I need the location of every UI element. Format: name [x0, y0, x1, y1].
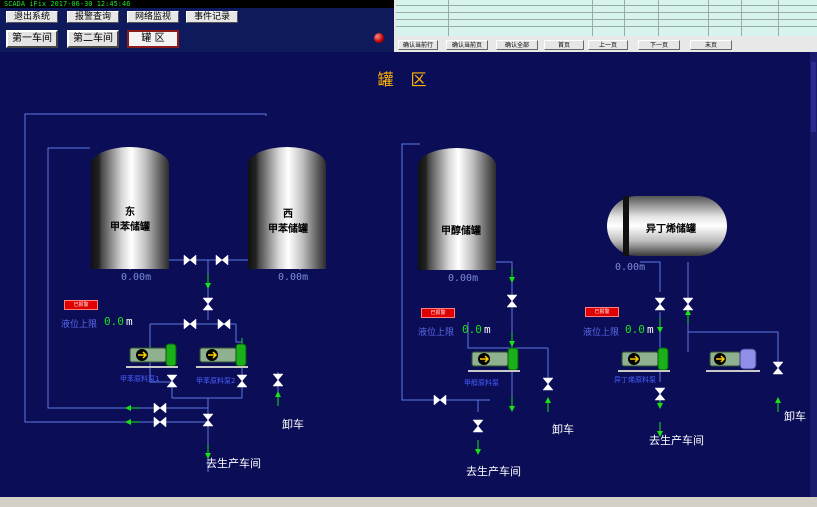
pump-label: 甲苯原料泵2 — [196, 377, 236, 385]
level-limit-unit: m — [126, 315, 133, 328]
to-workshop-label: 去生产车间 — [206, 457, 261, 470]
level-limit-label: 液位上限 — [418, 328, 455, 338]
level-limit-value: 0.0 — [462, 323, 482, 336]
valve-icon — [202, 413, 214, 427]
pump-icon — [706, 348, 760, 372]
to-workshop-label: 去生产车间 — [649, 434, 704, 447]
next-page-button[interactable]: 下一页 — [638, 40, 680, 50]
pump-label: 甲醇原料泵 — [464, 379, 499, 387]
unload-label: 卸车 — [282, 418, 304, 431]
valve-icon — [472, 419, 484, 433]
west-tank-level: 0.00m — [278, 272, 309, 283]
valve-icon — [506, 294, 518, 308]
unload-label: 卸车 — [552, 423, 574, 436]
valve-icon — [202, 297, 214, 311]
alarm-query-button[interactable]: 报警查询 — [67, 11, 119, 23]
ack-all-button[interactable]: 确认全部 — [496, 40, 538, 50]
valve-icon — [153, 416, 167, 428]
level-limit-value: 0.0 — [104, 315, 124, 328]
last-page-button[interactable]: 末页 — [690, 40, 732, 50]
first-page-button[interactable]: 首页 — [544, 40, 584, 50]
level-limit-label: 液位上限 — [583, 328, 620, 338]
west-tank-label-line1: 西 — [283, 209, 293, 220]
valve-icon — [654, 387, 666, 401]
alarm-badge[interactable]: 已报警 — [421, 308, 455, 318]
taskbar — [0, 497, 817, 507]
valve-icon — [166, 374, 178, 388]
methanol-tank-level: 0.00m — [448, 273, 479, 284]
west-tank-label-line2: 甲苯储罐 — [268, 224, 308, 235]
pumps — [126, 343, 760, 372]
network-monitor-button[interactable]: 网络监视 — [127, 11, 179, 23]
pump-icon — [126, 343, 178, 368]
level-limit-label: 液位上限 — [61, 320, 98, 330]
east-tank-level: 0.00m — [121, 272, 152, 283]
isobutylene-tank-level: 0.00m — [615, 262, 646, 273]
ack-current-row-button[interactable]: 确认当前行 — [398, 40, 438, 50]
workshop-1-button[interactable]: 第一车间 — [6, 30, 58, 48]
alarm-table[interactable] — [396, 0, 817, 36]
pump-icon — [468, 347, 520, 372]
methanol-tank[interactable] — [418, 148, 496, 270]
event-log-button[interactable]: 事件记录 — [186, 11, 238, 23]
pump-label: 异丁烯原料泵 — [614, 376, 656, 384]
valve-icon — [654, 297, 666, 311]
tank-area-button[interactable]: 罐 区 — [127, 30, 179, 48]
east-tank-label: 东 甲苯储罐 — [100, 205, 160, 235]
pump-label: 甲苯原料泵1 — [120, 375, 160, 383]
alarm-badge[interactable]: 已报警 — [64, 300, 98, 310]
isobutylene-tank-label: 异丁烯储罐 — [646, 224, 696, 235]
to-workshop-label: 去生产车间 — [466, 465, 521, 478]
methanol-tank-label: 甲醇储罐 — [441, 226, 481, 237]
east-tank-label-line2: 甲苯储罐 — [110, 222, 150, 233]
workshop-2-button[interactable]: 第二车间 — [67, 30, 119, 48]
valve-icon — [682, 297, 694, 311]
valve-icon — [183, 318, 197, 330]
valve-icon — [153, 402, 167, 414]
level-limit-value: 0.0 — [625, 323, 645, 336]
valve-icon — [272, 373, 284, 387]
status-line: SCADA iFix 2017-06-30 12:45:46 — [0, 0, 396, 8]
level-limit-unit: m — [647, 323, 654, 336]
valve-icon — [772, 361, 784, 375]
unload-label: 卸车 — [784, 410, 806, 423]
pump-icon — [196, 343, 248, 368]
east-tank-label-line1: 东 — [125, 207, 135, 218]
valve-icon — [542, 377, 554, 391]
level-limit-unit: m — [484, 323, 491, 336]
ack-current-page-button[interactable]: 确认当前页 — [446, 40, 488, 50]
exit-system-button[interactable]: 退出系统 — [6, 11, 58, 23]
alarm-indicator-light-icon — [374, 33, 384, 43]
pump-icon — [618, 347, 670, 372]
valve-icon — [215, 254, 229, 266]
tank-band — [623, 196, 629, 256]
west-tank-label: 西 甲苯储罐 — [257, 207, 319, 237]
valve-icon — [433, 394, 447, 406]
prev-page-button[interactable]: 上一页 — [588, 40, 628, 50]
alarm-badge[interactable]: 已报警 — [585, 307, 619, 317]
scrollbar-thumb[interactable] — [811, 62, 816, 132]
valve-icon — [236, 374, 248, 388]
valve-icon — [183, 254, 197, 266]
valve-icon — [217, 318, 231, 330]
